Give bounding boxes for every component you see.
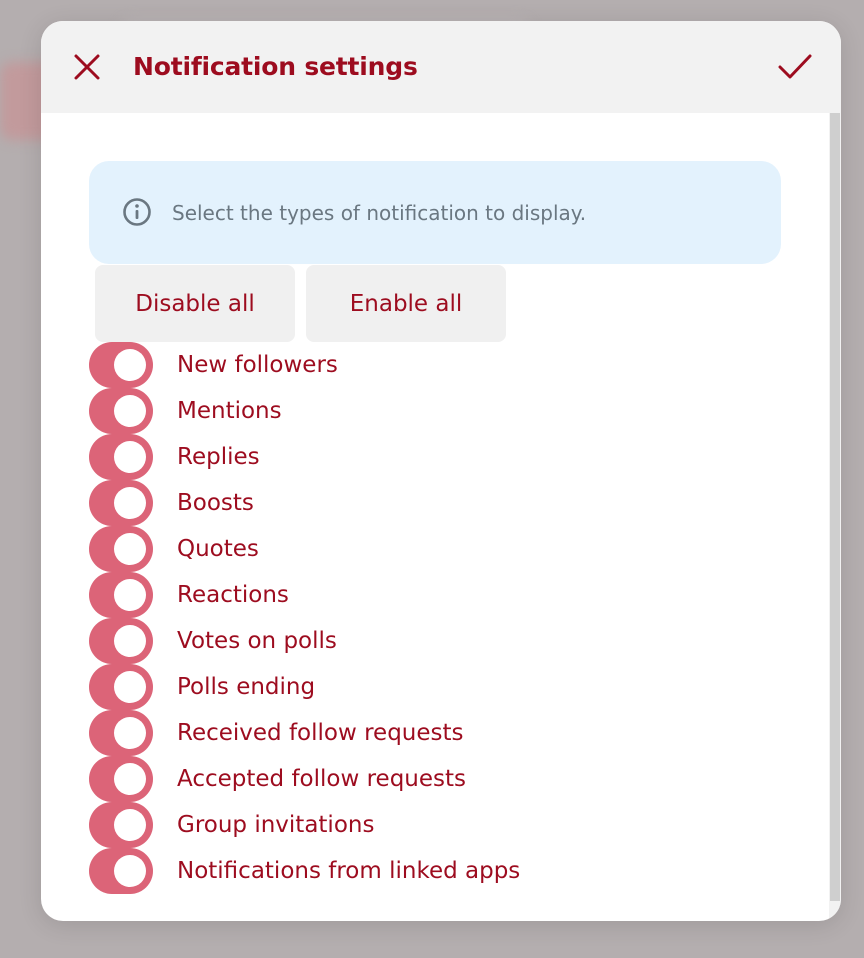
- notification-toggle-row: Replies: [89, 434, 809, 480]
- toggle-knob: [114, 763, 146, 795]
- toggle-switch[interactable]: [89, 342, 153, 388]
- toggle-label[interactable]: Boosts: [177, 486, 254, 520]
- toggle-label[interactable]: Notifications from linked apps: [177, 854, 520, 888]
- toggle-knob: [114, 395, 146, 427]
- dialog-header: Notification settings: [41, 21, 841, 113]
- notification-toggle-row: Votes on polls: [89, 618, 809, 664]
- toggle-switch[interactable]: [89, 710, 153, 756]
- toggle-knob: [114, 717, 146, 749]
- toggle-knob: [114, 855, 146, 887]
- notification-toggle-row: Quotes: [89, 526, 809, 572]
- toggle-label[interactable]: Reactions: [177, 578, 289, 612]
- notification-type-list: New followers Mentions Replies Boosts Quotes…: [89, 342, 809, 894]
- toggle-switch[interactable]: [89, 434, 153, 480]
- scrollbar-thumb[interactable]: [830, 113, 840, 901]
- info-banner: Select the types of notification to disp…: [89, 161, 781, 264]
- close-icon: [74, 54, 100, 80]
- toggle-label[interactable]: Replies: [177, 440, 260, 474]
- toggle-switch[interactable]: [89, 572, 153, 618]
- toggle-label[interactable]: Votes on polls: [177, 624, 337, 658]
- notification-toggle-row: Boosts: [89, 480, 809, 526]
- toggle-switch[interactable]: [89, 848, 153, 894]
- scrollbar[interactable]: [829, 113, 841, 921]
- notification-toggle-row: Mentions: [89, 388, 809, 434]
- toggle-switch[interactable]: [89, 526, 153, 572]
- toggle-label[interactable]: Accepted follow requests: [177, 762, 466, 796]
- toggle-label[interactable]: Received follow requests: [177, 716, 464, 750]
- toggle-knob: [114, 349, 146, 381]
- checkmark-icon: [778, 54, 812, 79]
- toggle-knob: [114, 625, 146, 657]
- toggle-knob: [114, 809, 146, 841]
- toggle-switch[interactable]: [89, 664, 153, 710]
- toggle-knob: [114, 441, 146, 473]
- toggle-knob: [114, 533, 146, 565]
- confirm-button[interactable]: [775, 47, 815, 87]
- toggle-switch[interactable]: [89, 480, 153, 526]
- toggle-knob: [114, 579, 146, 611]
- toggle-knob: [114, 487, 146, 519]
- toggle-label[interactable]: New followers: [177, 348, 338, 382]
- notification-toggle-row: Accepted follow requests: [89, 756, 809, 802]
- notification-toggle-row: Notifications from linked apps: [89, 848, 809, 894]
- notification-toggle-row: Group invitations: [89, 802, 809, 848]
- disable-all-button[interactable]: Disable all: [95, 265, 295, 342]
- toggle-switch[interactable]: [89, 802, 153, 848]
- toggle-switch[interactable]: [89, 388, 153, 434]
- info-icon: [123, 198, 151, 226]
- toggle-switch[interactable]: [89, 618, 153, 664]
- close-button[interactable]: [67, 47, 107, 87]
- toggle-switch[interactable]: [89, 756, 153, 802]
- dialog-title: Notification settings: [133, 52, 418, 81]
- notification-toggle-row: New followers: [89, 342, 809, 388]
- notification-toggle-row: Reactions: [89, 572, 809, 618]
- toggle-label[interactable]: Quotes: [177, 532, 259, 566]
- notification-toggle-row: Polls ending: [89, 664, 809, 710]
- toggle-label[interactable]: Polls ending: [177, 670, 315, 704]
- toggle-label[interactable]: Group invitations: [177, 808, 374, 842]
- toggle-label[interactable]: Mentions: [177, 394, 282, 428]
- notification-settings-dialog: Notification settings Select the types o…: [41, 21, 841, 921]
- enable-all-button[interactable]: Enable all: [306, 265, 506, 342]
- toggle-knob: [114, 671, 146, 703]
- info-text: Select the types of notification to disp…: [172, 201, 587, 225]
- notification-toggle-row: Received follow requests: [89, 710, 809, 756]
